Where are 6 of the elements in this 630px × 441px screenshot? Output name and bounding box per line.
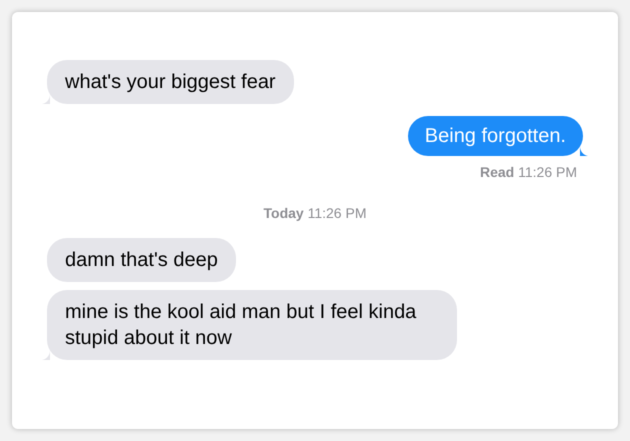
- incoming-message: damn that's deep: [47, 238, 236, 282]
- read-label: Read 11:26 PM: [480, 163, 577, 182]
- bubble-tail-icon: [580, 146, 588, 156]
- bubble-tail-icon: [42, 94, 50, 104]
- bubble-tail-icon: [42, 350, 50, 360]
- date-label: Today 11:26 PM: [264, 204, 366, 223]
